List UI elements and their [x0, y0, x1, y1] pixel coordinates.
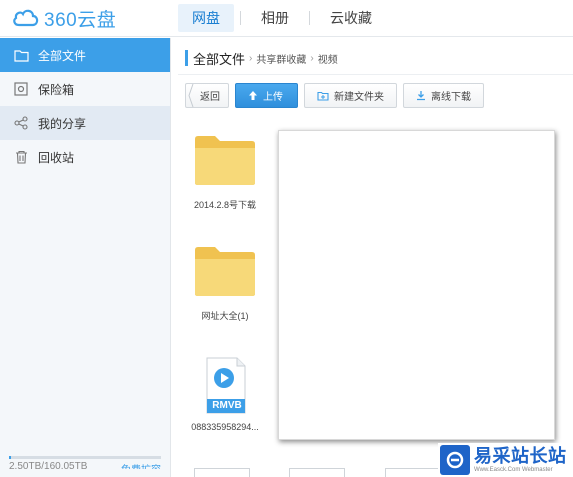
breadcrumb-item[interactable]: 共享群收藏 — [256, 51, 306, 66]
watermark-subtitle: Www.Easck.Com Webmaster — [474, 467, 553, 473]
storage-upgrade-link[interactable]: 免费扩容 — [121, 461, 161, 469]
storage-usage: 2.50TB/160.05TB 免费扩容 — [9, 456, 161, 469]
nav-tab-album[interactable]: 相册 — [247, 4, 303, 32]
back-arrow-icon — [188, 83, 194, 108]
nav-tab-netdisk[interactable]: 网盘 — [178, 4, 234, 32]
chevron-right-icon: › — [310, 52, 314, 64]
storage-progress-bar — [9, 456, 161, 459]
sidebar-item-all-files[interactable]: 全部文件 — [0, 38, 170, 72]
offline-download-button[interactable]: 离线下载 — [403, 83, 484, 108]
folder-icon — [195, 247, 255, 296]
breadcrumb-accent-bar — [185, 50, 188, 66]
cloud-logo-icon — [13, 9, 39, 27]
nav-tab-favorites[interactable]: 云收藏 — [316, 4, 386, 32]
file-type-badge: RMVB — [212, 400, 242, 411]
folder-icon — [13, 47, 29, 63]
sidebar-item-my-share[interactable]: 我的分享 — [0, 106, 170, 140]
breadcrumb-root[interactable]: 全部文件 — [193, 49, 245, 68]
breadcrumb-current: 视频 — [317, 54, 338, 66]
logo-text: 360云盘 — [44, 9, 117, 31]
sidebar-item-label: 我的分享 — [38, 116, 87, 131]
file-name: 088335958294... — [191, 422, 259, 432]
sidebar-item-label: 回收站 — [38, 150, 75, 165]
file-name: 2014.2.8号下载 — [193, 200, 257, 210]
file-item-video[interactable]: RMVB 088335958294... — [180, 357, 270, 432]
upload-arrow-icon — [248, 90, 258, 101]
folder-icon — [195, 136, 255, 185]
new-folder-icon — [317, 91, 329, 101]
sidebar-item-safe[interactable]: 保险箱 — [0, 72, 170, 106]
sidebar-item-label: 保险箱 — [38, 82, 75, 97]
trash-icon — [13, 149, 29, 165]
top-header: 360云盘 网盘 相册 云收藏 — [0, 0, 573, 37]
file-item-folder[interactable]: 2014.2.8号下载 — [180, 133, 270, 211]
file-item-partial[interactable] — [194, 468, 250, 477]
sidebar-item-recycle-bin[interactable]: 回收站 — [0, 140, 170, 174]
watermark-logo-icon — [440, 445, 470, 475]
nav-divider — [240, 11, 241, 25]
file-item-partial[interactable] — [289, 468, 345, 477]
share-icon — [13, 115, 29, 131]
safe-icon — [13, 81, 29, 97]
chevron-right-icon: › — [249, 52, 253, 64]
upload-button[interactable]: 上传 — [235, 83, 298, 108]
new-folder-button[interactable]: 新建文件夹 — [304, 83, 397, 108]
file-item-partial[interactable] — [385, 468, 441, 477]
file-name: 网址大全(1) — [201, 311, 249, 321]
breadcrumb: 全部文件 › 共享群收藏 › 视频 — [185, 48, 338, 68]
download-icon — [416, 90, 426, 101]
file-item-folder[interactable]: 网址大全(1) — [180, 244, 270, 322]
nav-divider — [309, 11, 310, 25]
header-divider — [178, 74, 573, 75]
main-nav: 网盘 相册 云收藏 — [178, 4, 386, 32]
storage-progress-fill — [9, 456, 12, 459]
storage-used-text: 2.50TB/160.05TB — [9, 461, 88, 469]
sidebar: 全部文件 保险箱 我的分享 回收站 2.50TB/160.05TB 免费扩容 — [0, 38, 171, 477]
app-logo[interactable]: 360云盘 — [12, 5, 116, 31]
toolbar: 返回 上传 新建文件夹 离线下载 — [185, 83, 490, 108]
back-button[interactable]: 返回 — [185, 83, 229, 108]
watermark-title: 易采站长站 — [474, 446, 567, 466]
site-watermark: 易采站长站 Www.Easck.Com Webmaster — [438, 443, 573, 477]
blank-overlay-panel — [278, 130, 555, 440]
sidebar-item-label: 全部文件 — [38, 48, 87, 63]
